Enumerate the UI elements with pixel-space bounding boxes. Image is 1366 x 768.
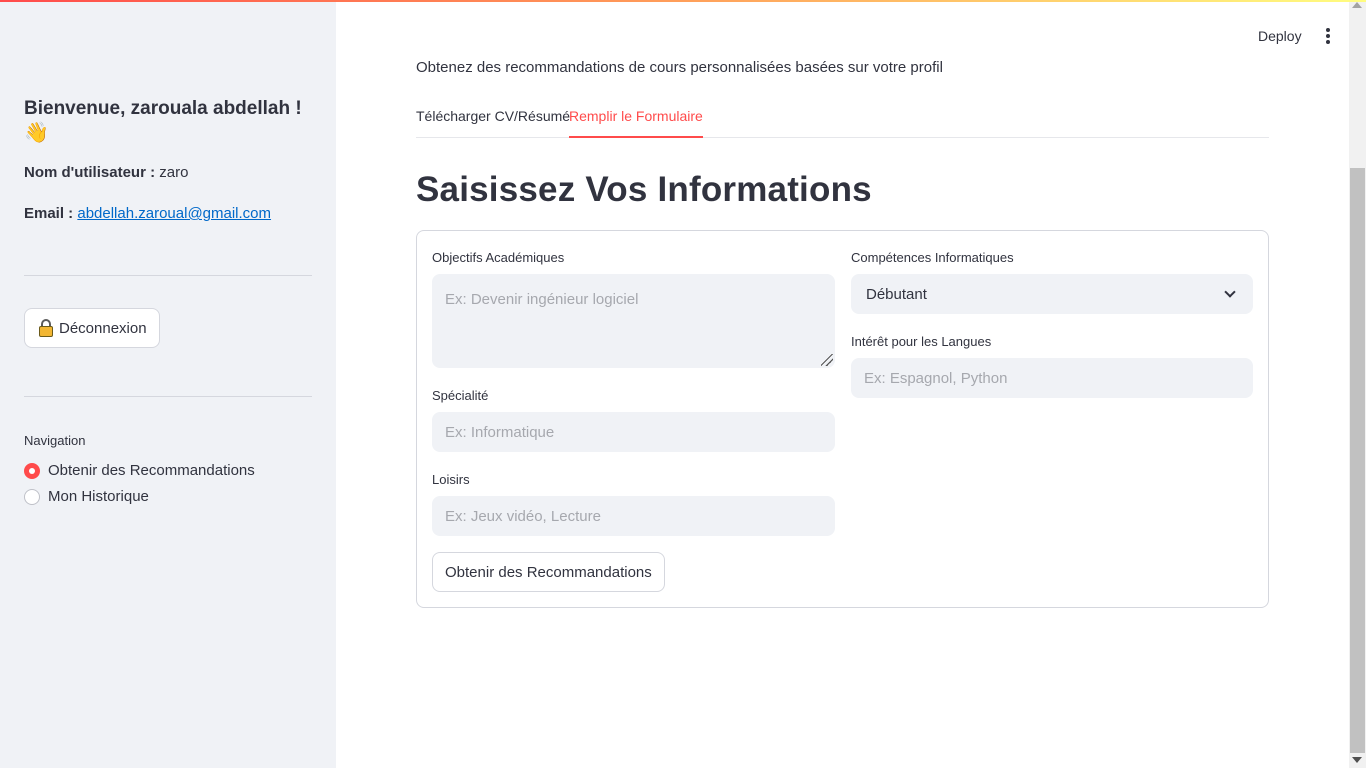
radio-selected-icon[interactable] bbox=[24, 462, 40, 479]
scroll-up-arrow-icon[interactable] bbox=[1352, 2, 1362, 8]
kebab-menu-icon[interactable] bbox=[1318, 26, 1338, 46]
username-label: Nom d'utilisateur : bbox=[24, 164, 156, 181]
computer-skills-value: Débutant bbox=[866, 285, 927, 303]
computer-skills-select[interactable]: Débutant bbox=[851, 274, 1253, 314]
get-recommendations-button[interactable]: Obtenir des Recommandations bbox=[432, 552, 665, 592]
lock-icon bbox=[39, 319, 53, 337]
hobbies-placeholder: Ex: Jeux vidéo, Lecture bbox=[445, 507, 601, 525]
languages-input[interactable]: Ex: Espagnol, Python bbox=[851, 358, 1253, 398]
navigation-title: Navigation bbox=[24, 433, 86, 448]
tab-bar: Télécharger CV/Résumé Remplir le Formula… bbox=[416, 106, 1269, 138]
email-label: Email : bbox=[24, 205, 74, 222]
tab-fill-form[interactable]: Remplir le Formulaire bbox=[569, 108, 703, 138]
sidebar: Bienvenue, zarouala abdellah ! 👋 Nom d'u… bbox=[0, 0, 336, 768]
chevron-down-icon bbox=[1224, 286, 1236, 298]
logout-button[interactable]: Déconnexion bbox=[24, 308, 160, 348]
tab-upload-cv[interactable]: Télécharger CV/Résumé bbox=[416, 108, 570, 138]
nav-option-label: Mon Historique bbox=[48, 488, 149, 505]
top-decoration-bar bbox=[0, 0, 1366, 2]
sidebar-divider bbox=[24, 275, 312, 276]
resize-handle-icon[interactable] bbox=[821, 354, 833, 366]
specialty-label: Spécialité bbox=[432, 388, 489, 403]
sidebar-divider bbox=[24, 396, 312, 397]
academic-goals-placeholder: Ex: Devenir ingénieur logiciel bbox=[445, 291, 639, 308]
email-link[interactable]: abdellah.zaroual@gmail.com bbox=[77, 205, 271, 222]
scroll-down-arrow-icon[interactable] bbox=[1352, 757, 1362, 763]
welcome-text: Bienvenue, zarouala abdellah ! bbox=[24, 98, 302, 119]
specialty-placeholder: Ex: Informatique bbox=[445, 423, 555, 441]
nav-option-recommendations[interactable]: Obtenir des Recommandations bbox=[24, 462, 255, 479]
deploy-button[interactable]: Deploy bbox=[1252, 26, 1308, 48]
languages-label: Intérêt pour les Langues bbox=[851, 334, 992, 349]
logout-label: Déconnexion bbox=[59, 319, 147, 337]
academic-goals-label: Objectifs Académiques bbox=[432, 250, 565, 265]
radio-unselected-icon[interactable] bbox=[24, 488, 40, 505]
computer-skills-label: Compétences Informatiques bbox=[851, 250, 1014, 265]
languages-placeholder: Ex: Espagnol, Python bbox=[864, 369, 1008, 387]
hobbies-input[interactable]: Ex: Jeux vidéo, Lecture bbox=[432, 496, 835, 536]
username-value: zaro bbox=[159, 164, 189, 181]
page-subtitle: Obtenez des recommandations de cours per… bbox=[416, 59, 943, 76]
username-line: Nom d'utilisateur : zaro bbox=[24, 163, 188, 183]
hobbies-label: Loisirs bbox=[432, 472, 470, 487]
scrollbar-thumb[interactable] bbox=[1350, 168, 1365, 753]
wave-emoji-icon: 👋 bbox=[24, 122, 49, 144]
nav-option-label: Obtenir des Recommandations bbox=[48, 462, 255, 479]
welcome-heading: Bienvenue, zarouala abdellah ! 👋 bbox=[24, 97, 304, 146]
page-title: Saisissez Vos Informations bbox=[416, 170, 872, 209]
nav-option-history[interactable]: Mon Historique bbox=[24, 488, 149, 505]
academic-goals-textarea[interactable]: Ex: Devenir ingénieur logiciel bbox=[432, 274, 835, 368]
specialty-input[interactable]: Ex: Informatique bbox=[432, 412, 835, 452]
email-line: Email : abdellah.zaroual@gmail.com bbox=[24, 204, 271, 224]
